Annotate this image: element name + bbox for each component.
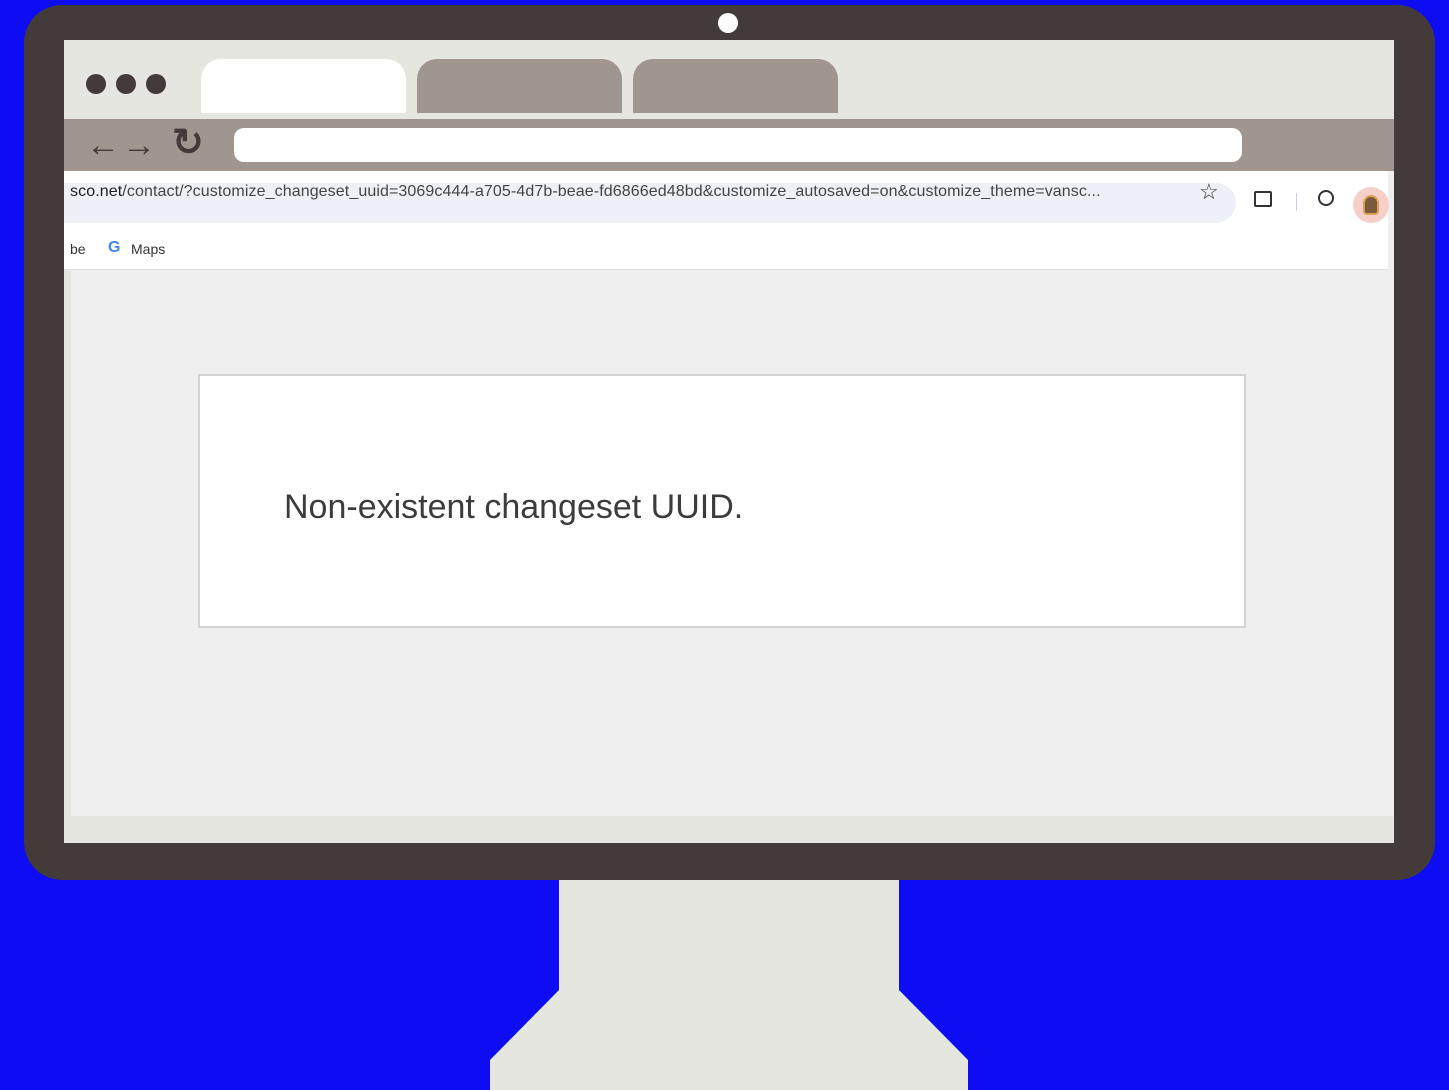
chrome-toolbar: sco.net/contact/?customize_changeset_uui… bbox=[64, 171, 1389, 270]
profile-avatar[interactable] bbox=[1353, 187, 1389, 223]
url-path: /contact/?customize_changeset_uuid=3069c… bbox=[122, 183, 1101, 200]
tab-active[interactable] bbox=[201, 59, 406, 113]
bookmark-item[interactable]: be bbox=[70, 241, 86, 257]
monitor-stand bbox=[490, 880, 968, 1090]
forward-arrow-icon[interactable]: → bbox=[122, 128, 156, 162]
url-host: sco.net bbox=[70, 183, 123, 200]
bookmark-star-icon[interactable]: ☆ bbox=[1199, 179, 1219, 205]
error-message-box: Non-existent changeset UUID. bbox=[198, 374, 1246, 628]
tab-inactive[interactable] bbox=[633, 59, 838, 113]
camera-dot bbox=[718, 13, 738, 33]
tab-search-icon[interactable] bbox=[1254, 191, 1272, 207]
window-dot-icon bbox=[86, 74, 106, 94]
toolbar-divider bbox=[1296, 193, 1297, 211]
avatar-image bbox=[1363, 195, 1379, 215]
window-dot-icon bbox=[146, 74, 166, 94]
google-g-icon: G bbox=[108, 239, 121, 256]
monitor-screen: ← → ↻ sco.net/contact/?customize_changes… bbox=[64, 40, 1394, 843]
bookmark-item-maps[interactable]: Maps bbox=[131, 241, 165, 257]
back-arrow-icon[interactable]: ← bbox=[86, 128, 120, 162]
tab-inactive[interactable] bbox=[417, 59, 622, 113]
url-text[interactable]: sco.net/contact/?customize_changeset_uui… bbox=[70, 183, 1101, 201]
error-message: Non-existent changeset UUID. bbox=[284, 488, 744, 526]
window-dot-icon bbox=[116, 74, 136, 94]
screen-edge bbox=[64, 269, 71, 816]
reload-icon[interactable]: ↻ bbox=[172, 124, 204, 162]
browser-screenshot: sco.net/contact/?customize_changeset_uui… bbox=[64, 171, 1394, 816]
address-bar-frame[interactable] bbox=[234, 128, 1242, 162]
extension-icon[interactable] bbox=[1318, 190, 1334, 206]
